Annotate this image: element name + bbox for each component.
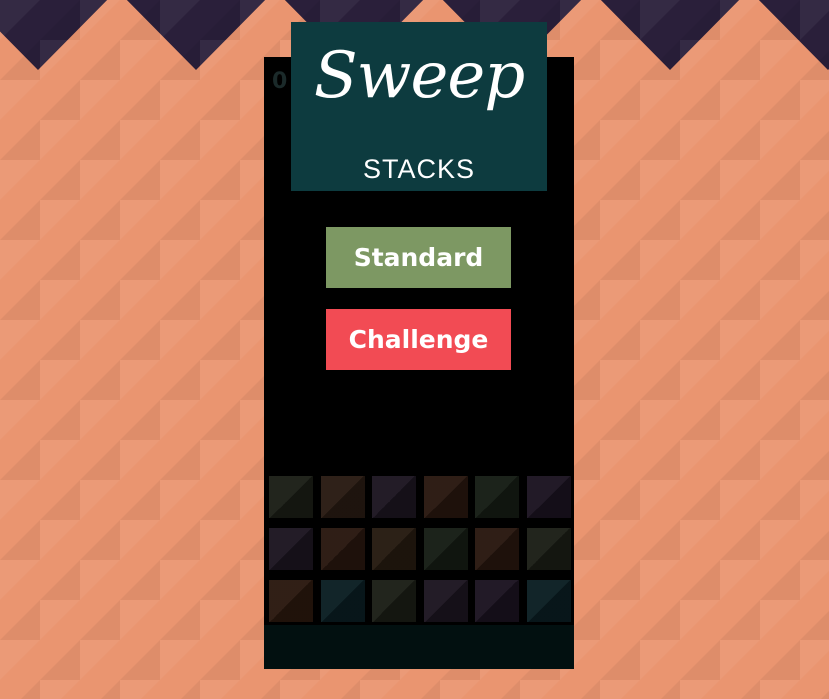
logo-title: Sweep (313, 39, 525, 113)
background-facet (680, 0, 720, 40)
board-tile (475, 476, 519, 518)
board-tile (321, 580, 365, 622)
board-tile (269, 528, 313, 570)
game-logo: Sweep STACKS (291, 22, 547, 191)
background-facet (200, 0, 240, 40)
board-tile (372, 528, 416, 570)
board-tile (269, 580, 313, 622)
board-tile (527, 528, 571, 570)
board-tile (269, 476, 313, 518)
background-facet (0, 0, 40, 40)
board-tile (475, 528, 519, 570)
score-display: 0 (272, 69, 288, 94)
board-tile (475, 580, 519, 622)
board-tile (424, 476, 468, 518)
board-tile (424, 528, 468, 570)
board-tile (424, 580, 468, 622)
logo-subtitle: STACKS (362, 154, 476, 184)
background-facet (800, 0, 829, 40)
board-tile (321, 476, 365, 518)
background-facet (640, 0, 680, 40)
challenge-mode-button[interactable]: Challenge (326, 309, 511, 370)
board-tile (321, 528, 365, 570)
board-tile (372, 580, 416, 622)
game-screen: 0 Sweep STACKS Standard Challenge (0, 0, 829, 699)
board-tile (527, 476, 571, 518)
tile-grid (269, 476, 571, 622)
background-facet (160, 0, 200, 40)
board-footer (264, 625, 574, 669)
background-facet (40, 0, 80, 40)
board-tile (527, 580, 571, 622)
board-tile (372, 476, 416, 518)
standard-mode-button[interactable]: Standard (326, 227, 511, 288)
